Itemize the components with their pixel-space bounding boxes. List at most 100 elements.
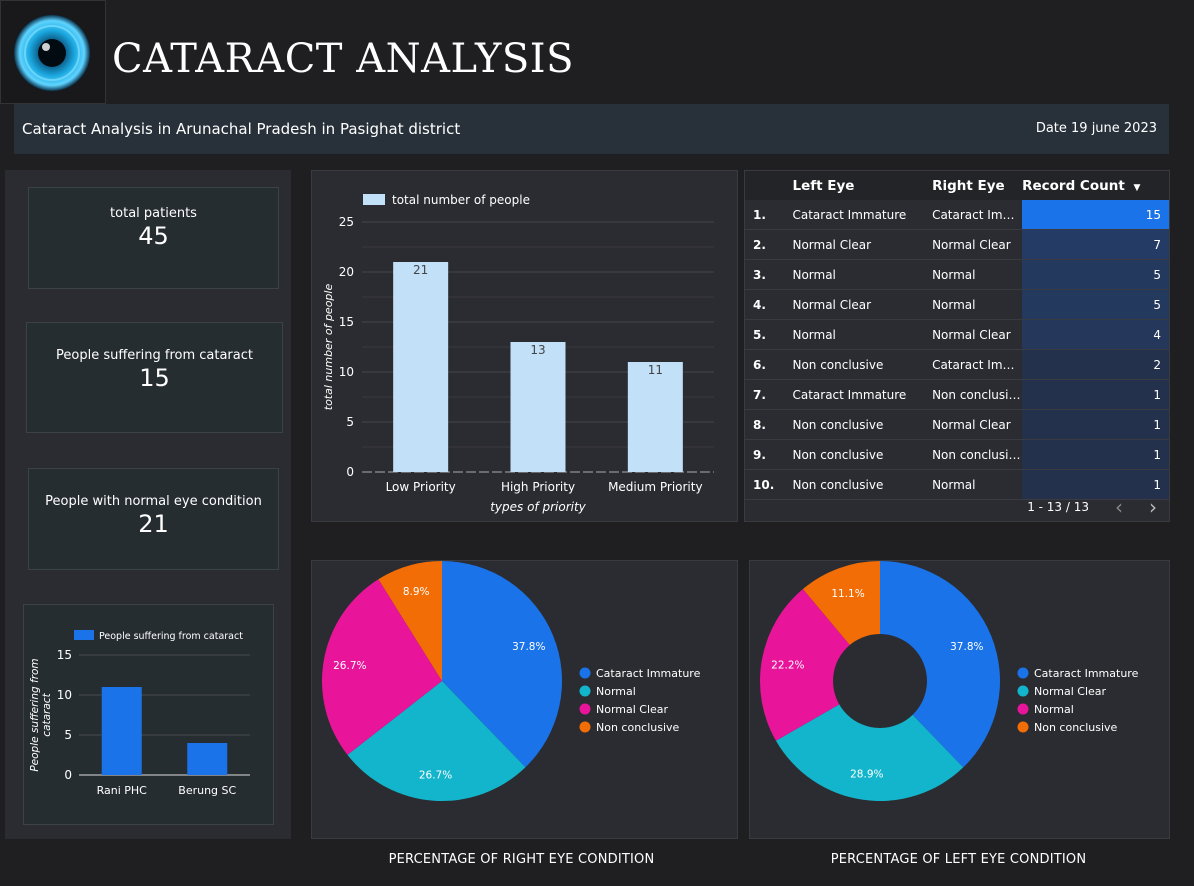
cell-right-eye: Normal Clear (932, 409, 1023, 440)
row-rank: 7. (745, 379, 793, 410)
y-tick-label: 15 (57, 648, 72, 662)
kpi-card-normal-eye: People with normal eye condition 21 (28, 468, 279, 570)
sort-desc-icon: ▼ (1133, 182, 1141, 193)
donut-hole (833, 634, 927, 728)
row-rank: 8. (745, 409, 793, 440)
table-row[interactable]: 6. Non conclusive Cataract Im… 2 (745, 349, 1169, 380)
slice-value-label: 37.8% (950, 641, 983, 653)
column-header-left-eye[interactable]: Left Eye (792, 171, 933, 200)
cell-left-eye: Normal Clear (792, 289, 933, 320)
kpi-label: People suffering from cataract (56, 348, 253, 363)
eye-condition-table-card: Left Eye Right Eye Record Count ▼ 1. Cata… (744, 170, 1170, 522)
legend-label: Normal Clear (596, 703, 669, 716)
prev-page-icon[interactable]: ‹ (1115, 495, 1123, 519)
legend-label: Non conclusive (1034, 721, 1118, 734)
table-row[interactable]: 10. Non conclusive Normal 1 (745, 469, 1169, 500)
cell-left-eye: Cataract Immature (792, 379, 933, 410)
cell-record-count: 5 (1022, 289, 1169, 320)
eye-condition-table: Left Eye Right Eye Record Count ▼ 1. Cata… (745, 171, 1169, 500)
table-row[interactable]: 2. Normal Clear Normal Clear 7 (745, 229, 1169, 260)
table-row[interactable]: 7. Cataract Immature Non conclusive 1 (745, 379, 1169, 410)
table-row[interactable]: 1. Cataract Immature Cataract Im… 15 (745, 200, 1169, 230)
priority-bar-chart-card: total number of people 0 5 10 15 20 25 21 Low Pr… (311, 170, 738, 522)
left-eye-pie-card: 37.8% 28.9% 22.2% 11.1% Cataract Immature Nor… (749, 560, 1170, 839)
eye-logo-icon (14, 15, 90, 91)
legend-swatch (1017, 667, 1029, 679)
cell-right-eye: Cataract Im… (932, 200, 1023, 230)
logo-box (0, 0, 106, 104)
y-tick-label: 5 (346, 415, 354, 429)
x-tick-label: Medium Priority (608, 480, 703, 494)
priority-bar-chart: total number of people 0 5 10 15 20 25 21 Low Pr… (322, 193, 714, 514)
cell-left-eye: Non conclusive (792, 409, 933, 440)
slice-value-label: 22.2% (771, 660, 804, 672)
legend-label: Non conclusive (596, 721, 680, 734)
kpi-card-total-patients: total patients 45 (28, 187, 279, 289)
column-header-record-count[interactable]: Record Count ▼ (1022, 171, 1169, 200)
cell-right-eye: Normal (932, 259, 1023, 290)
facility-bar-chart: People suffering from cataract 0 5 10 15 Rani… (29, 630, 250, 797)
y-tick-label: 5 (64, 728, 72, 742)
kpi-label: People with normal eye condition (45, 494, 262, 509)
legend-swatch (579, 685, 591, 697)
legend-swatch (74, 630, 94, 640)
facility-bar-chart-card: People suffering from cataract 0 5 10 15 Rani… (23, 604, 274, 825)
slice-value-label: 26.7% (419, 769, 452, 781)
legend-swatch (363, 194, 385, 205)
column-header-right-eye[interactable]: Right Eye (932, 171, 1023, 200)
kpi-card-cataract: People suffering from cataract 15 (26, 322, 283, 433)
legend-swatch (1017, 703, 1029, 715)
cell-left-eye: Non conclusive (792, 469, 933, 500)
slice-value-label: 8.9% (403, 586, 430, 598)
legend-label: Normal (1034, 703, 1074, 716)
y-tick-label: 15 (339, 315, 354, 329)
column-header-rank (745, 171, 793, 200)
cell-record-count: 1 (1022, 439, 1169, 470)
bar (101, 687, 142, 775)
y-axis-title: People suffering fromcataract (29, 658, 53, 771)
legend-swatch (579, 667, 591, 679)
cell-right-eye: Normal (932, 469, 1023, 500)
y-axis-title-line: cataract (41, 692, 53, 736)
left-eye-chart-title: PERCENTAGE OF LEFT EYE CONDITION (830, 852, 1087, 867)
bar (627, 362, 683, 472)
legend-label: total number of people (392, 193, 530, 207)
bar-value-label: 11 (648, 363, 663, 377)
cell-record-count: 2 (1022, 349, 1169, 380)
row-rank: 2. (745, 229, 793, 260)
cell-left-eye: Cataract Immature (792, 200, 933, 230)
y-tick-label: 10 (339, 365, 354, 379)
legend-swatch (1017, 721, 1029, 733)
legend-label: Normal (596, 685, 636, 698)
legend-swatch (579, 721, 591, 733)
legend-label: Cataract Immature (596, 667, 701, 680)
kpi-value: 45 (138, 222, 169, 250)
cell-right-eye: Non conclusive (932, 379, 1023, 410)
bar-value-label: 13 (530, 343, 545, 357)
table-row[interactable]: 3. Normal Normal 5 (745, 259, 1169, 290)
bar (393, 262, 449, 472)
y-tick-label: 0 (64, 768, 72, 782)
next-page-icon[interactable]: › (1149, 495, 1157, 519)
kpi-panel: total patients 45 People suffering from … (5, 170, 291, 839)
page-title: CATARACT ANALYSIS (112, 36, 574, 82)
cell-right-eye: Normal (932, 289, 1023, 320)
slice-value-label: 28.9% (850, 769, 883, 781)
cell-left-eye: Normal (792, 319, 933, 350)
report-date: Date 19 june 2023 (1035, 121, 1157, 136)
table-row[interactable]: 5. Normal Normal Clear 4 (745, 319, 1169, 350)
x-axis-title: types of priority (490, 500, 586, 514)
kpi-label: total patients (110, 206, 197, 221)
bar (187, 743, 228, 775)
y-tick-label: 20 (339, 265, 354, 279)
right-eye-pie-card: 37.8% 26.7% 26.7% 8.9% Cataract Immature Norm… (311, 560, 738, 839)
pagination-label: 1 - 13 / 13 (1027, 500, 1089, 514)
report-subtitle: Cataract Analysis in Arunachal Pradesh i… (22, 120, 461, 138)
table-row[interactable]: 8. Non conclusive Normal Clear 1 (745, 409, 1169, 440)
right-eye-pie-chart: 37.8% 26.7% 26.7% 8.9% Cataract Immature Norm… (322, 561, 701, 801)
table-row[interactable]: 9. Non conclusive Non conclusive 1 (745, 439, 1169, 470)
cell-record-count: 1 (1022, 379, 1169, 410)
table-row[interactable]: 4. Normal Clear Normal 5 (745, 289, 1169, 320)
x-tick-label: Low Priority (386, 480, 456, 494)
y-axis-title-line: People suffering from (29, 658, 41, 771)
